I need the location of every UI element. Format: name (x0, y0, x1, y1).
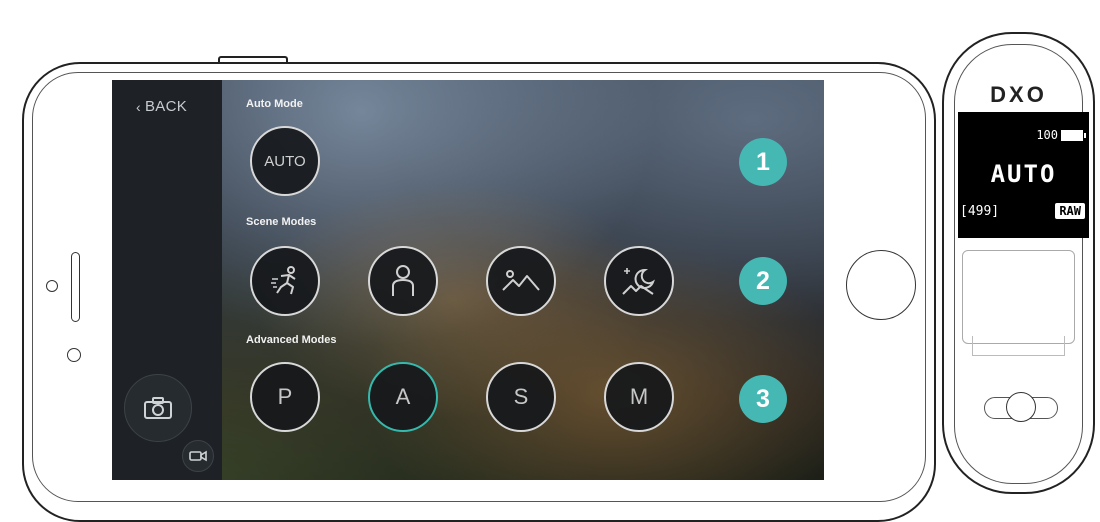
sidebar: ‹ BACK (112, 80, 222, 480)
mode-m-button[interactable]: M (604, 362, 674, 432)
mode-s-label: S (513, 384, 529, 409)
mode-p-label: P (277, 384, 293, 409)
step-badge-2: 2 (739, 257, 787, 305)
device-mode: AUTO (990, 160, 1057, 188)
battery-status: 100 (1036, 128, 1086, 142)
dxo-shutter-button[interactable] (1006, 392, 1036, 422)
mode-a-button[interactable]: A (368, 362, 438, 432)
step-badge-3: 3 (739, 375, 787, 423)
dxo-logo: DXO (990, 82, 1047, 107)
mode-s-button[interactable]: S (486, 362, 556, 432)
home-button[interactable] (846, 250, 916, 320)
sport-runner-icon (271, 266, 296, 295)
dxo-lens-panel (962, 250, 1075, 344)
scene-sport-button[interactable] (250, 246, 320, 316)
phone-sensor (46, 280, 58, 292)
auto-mode-button[interactable]: AUTO (250, 126, 320, 196)
camera-icon (144, 397, 172, 419)
section-title-scene: Scene Modes (246, 216, 317, 228)
portrait-person-icon (392, 265, 414, 296)
mode-m-label: M (629, 384, 649, 409)
scene-night-button[interactable] (604, 246, 674, 316)
battery-level: 100 (1036, 128, 1058, 142)
dxo-status-display: 100 AUTO [499] RAW (958, 112, 1089, 238)
scene-landscape-button[interactable] (486, 246, 556, 316)
back-label: BACK (144, 98, 188, 115)
mode-p-button[interactable]: P (250, 362, 320, 432)
auto-button-label: AUTO (264, 152, 306, 170)
step-badge-1: 1 (739, 138, 787, 186)
format-badge: RAW (1055, 203, 1085, 219)
shots-remaining: [499] (960, 204, 1000, 219)
photo-capture-button[interactable] (124, 374, 192, 442)
section-title-advanced: Advanced Modes (246, 334, 337, 346)
video-icon (189, 450, 207, 462)
front-camera (67, 348, 81, 362)
phone-speaker (71, 252, 80, 322)
section-title-auto: Auto Mode (246, 98, 303, 110)
video-capture-button[interactable] (182, 440, 214, 472)
mode-a-label: A (395, 384, 411, 409)
back-button[interactable]: ‹ BACK (136, 98, 187, 115)
night-moon-icon (622, 268, 655, 295)
landscape-mountain-icon (502, 270, 540, 291)
chevron-left-icon: ‹ (136, 98, 141, 115)
camera-mode-screen: ‹ BACK Auto Mode AUTO 1 Scene Modes 2 Ad… (112, 80, 824, 480)
dxo-lens-panel-edge (972, 336, 1065, 356)
scene-portrait-button[interactable] (368, 246, 438, 316)
battery-icon (1061, 129, 1086, 141)
